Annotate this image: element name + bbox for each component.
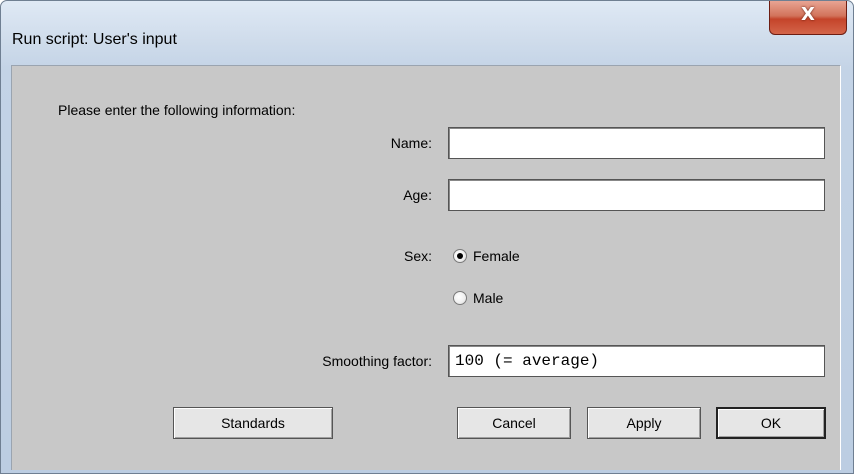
smoothing-factor-input[interactable] — [448, 345, 825, 377]
title-bar[interactable]: Run script: User's input X — [1, 1, 853, 65]
close-icon: X — [801, 4, 815, 25]
smoothing-factor-label: Smoothing factor: — [322, 353, 432, 369]
window-title: Run script: User's input — [12, 31, 177, 48]
name-label: Name: — [390, 135, 432, 151]
female-radio-label: Female — [473, 248, 520, 264]
male-radio-button[interactable] — [453, 291, 467, 305]
name-input[interactable] — [448, 127, 825, 159]
ok-button[interactable]: OK — [716, 407, 826, 439]
apply-button[interactable]: Apply — [587, 407, 701, 439]
age-input[interactable] — [448, 179, 825, 211]
close-button[interactable]: X — [769, 1, 847, 35]
male-radio-label: Male — [473, 290, 504, 306]
female-radio-option[interactable]: Female — [453, 248, 520, 264]
male-radio-option[interactable]: Male — [453, 290, 503, 306]
dialog-content: Please enter the following information: … — [11, 65, 841, 470]
form-prompt: Please enter the following information: — [58, 102, 296, 118]
age-label: Age: — [403, 187, 432, 203]
cancel-button[interactable]: Cancel — [457, 407, 571, 439]
female-radio-button[interactable] — [453, 249, 467, 263]
standards-button[interactable]: Standards — [173, 407, 333, 439]
sex-label: Sex: — [403, 248, 432, 264]
dialog-window: Run script: User's input X Please enter … — [0, 0, 854, 474]
